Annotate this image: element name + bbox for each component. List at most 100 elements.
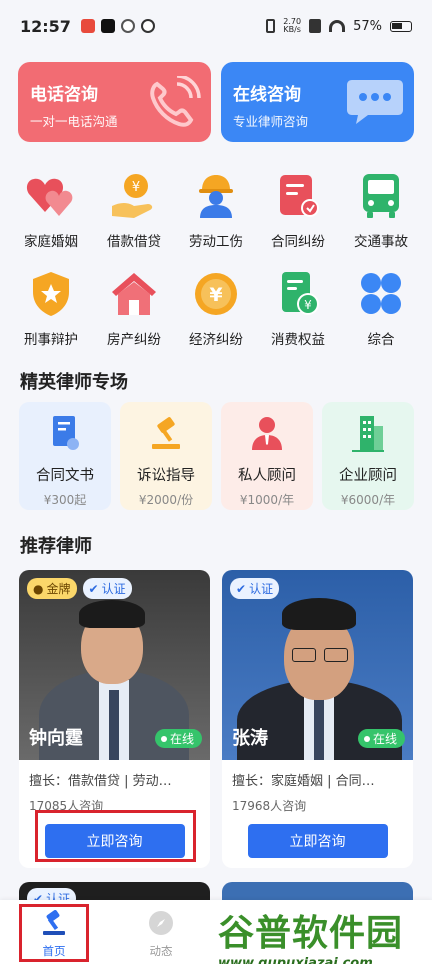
lawyer-photo: ● 金牌 ✔ 认证 钟向霆 在线 [19, 570, 210, 760]
svg-text:¥: ¥ [209, 284, 222, 306]
hair-shape [282, 598, 356, 630]
house-icon [112, 273, 156, 315]
elite-section-title: 精英律师专场 [20, 372, 128, 393]
category-label: 家庭婚姻 [24, 234, 78, 250]
battery-icon [390, 20, 412, 32]
category-label: 刑事辩护 [24, 332, 78, 348]
gold-badge: ● 金牌 [27, 578, 77, 599]
elite-item-name: 合同文书 [36, 468, 94, 484]
category-criminal[interactable]: 刑事辩护 [11, 270, 91, 348]
phone-icon [150, 76, 201, 127]
category-economic[interactable]: ¥ 经济纠纷 [176, 270, 256, 348]
lawyer-badges: ✔ 认证 [230, 578, 280, 599]
vibrate-icon [266, 19, 276, 33]
medal-icon: ● [33, 581, 44, 596]
watermark: 谷普软件园 www.gupuxiazai.com [218, 904, 428, 964]
status-bar: 12:57 2.70 KB/s 57% [0, 0, 432, 52]
lawyer-specialty: 擅长：借款借贷 | 劳动… [29, 774, 172, 789]
app-notification-icon [80, 19, 95, 33]
person-icon [252, 417, 282, 450]
lawyer-specialty: 擅长：家庭婚姻 | 合同… [232, 774, 375, 789]
chat-bubble-icon [347, 80, 403, 124]
online-status: 在线 [154, 729, 202, 748]
category-contract[interactable]: 合同纠纷 [258, 172, 338, 250]
svg-text:¥: ¥ [132, 180, 140, 195]
cert-badge: ✔ 认证 [230, 578, 280, 599]
consult-count: 17968人咨询 [232, 799, 307, 813]
svg-text:¥: ¥ [304, 298, 312, 312]
net-speed-unit: KB/s [283, 25, 301, 34]
lawyer-card[interactable]: ✔ 认证 张涛 在线 擅长：家庭婚姻 | 合同… 17968人咨询 立即咨询 [222, 570, 413, 868]
elite-item-price: ¥6000/年 [340, 493, 396, 507]
wifi-icon [329, 20, 346, 32]
elite-personal-advisor[interactable]: 私人顾问 ¥1000/年 [221, 402, 313, 510]
tie-shape [109, 690, 119, 760]
hearts-icon [26, 178, 73, 216]
shield-icon [33, 272, 69, 316]
gavel-icon [152, 417, 180, 449]
nav-feed-label: 动态 [149, 944, 173, 958]
online-status-text: 在线 [169, 732, 194, 746]
lawyer-info: 擅长：家庭婚姻 | 合同… 17968人咨询 立即咨询 [222, 760, 413, 858]
worker-icon [199, 175, 233, 218]
lawyer-badges: ● 金牌 ✔ 认证 [27, 578, 132, 599]
lawyer-name: 张涛 [232, 728, 268, 749]
online-dot-icon [363, 735, 370, 742]
category-label: 经济纠纷 [189, 332, 243, 348]
bus-icon [363, 174, 399, 218]
document-icon [53, 416, 79, 450]
grid-icon [361, 273, 401, 314]
cert-badge: ✔ 认证 [82, 578, 132, 599]
net-speed: 2.70 KB/s [283, 18, 301, 34]
elite-litigation-guide[interactable]: 诉讼指导 ¥2000/份 [120, 402, 212, 510]
lawyer-photo: ✔ 认证 张涛 在线 [222, 570, 413, 760]
elite-item-price: ¥300起 [43, 493, 87, 507]
category-property[interactable]: 房产纠纷 [94, 270, 174, 348]
online-status: 在线 [357, 729, 405, 748]
elite-item-name: 私人顾问 [238, 468, 296, 484]
gold-badge-text: 金牌 [46, 582, 71, 596]
watermark-text: 谷普软件园 [218, 913, 404, 954]
category-label: 消费权益 [271, 332, 325, 348]
elite-corporate-advisor[interactable]: 企业顾问 ¥6000/年 [322, 402, 414, 510]
glasses-shape [292, 648, 316, 662]
tie-shape [314, 698, 324, 760]
nav-feed[interactable]: 动态 [131, 910, 191, 959]
glasses-shape [324, 648, 348, 662]
elite-item-price: ¥1000/年 [239, 493, 295, 507]
elite-item-price: ¥2000/份 [138, 493, 194, 507]
online-consult-card[interactable]: 在线咨询 专业律师咨询 [221, 62, 414, 142]
notification-icons [80, 19, 155, 33]
watermark-url: www.gupuxiazai.com [218, 956, 373, 964]
hair-shape [79, 600, 145, 628]
category-label: 房产纠纷 [107, 332, 161, 348]
highlight-box [19, 904, 89, 962]
category-general[interactable]: 综合 [341, 270, 421, 348]
lawyer-name: 钟向霆 [29, 728, 83, 749]
category-loan[interactable]: ¥ 借款借贷 [94, 172, 174, 250]
battery-percent: 57% [353, 18, 382, 34]
x-box-icon [309, 19, 322, 33]
elite-item-name: 企业顾问 [339, 468, 397, 484]
receipt-icon: ¥ [282, 272, 319, 315]
gear-notification-icon [120, 19, 135, 33]
category-consumer[interactable]: ¥ 消费权益 [258, 270, 338, 348]
check-shield-icon: ✔ [236, 581, 247, 596]
category-family[interactable]: 家庭婚姻 [11, 172, 91, 250]
loop-icon [140, 19, 155, 33]
check-shield-icon: ✔ [88, 581, 99, 596]
consult-now-button[interactable]: 立即咨询 [247, 824, 388, 858]
coin-icon: ¥ [195, 273, 237, 315]
recommend-section-title: 推荐律师 [20, 536, 92, 557]
building-icon [352, 416, 384, 452]
contract-icon [280, 175, 319, 217]
category-labor[interactable]: 劳动工伤 [176, 172, 256, 250]
category-traffic[interactable]: 交通事故 [341, 172, 421, 250]
category-label: 借款借贷 [107, 234, 161, 250]
elite-item-name: 诉讼指导 [137, 468, 195, 484]
category-label: 合同纠纷 [271, 234, 325, 250]
phone-consult-card[interactable]: 电话咨询 一对一电话沟通 [18, 62, 211, 142]
elite-contract-docs[interactable]: 合同文书 ¥300起 [19, 402, 111, 510]
tiktok-icon [100, 19, 115, 33]
money-hand-icon: ¥ [112, 174, 153, 218]
